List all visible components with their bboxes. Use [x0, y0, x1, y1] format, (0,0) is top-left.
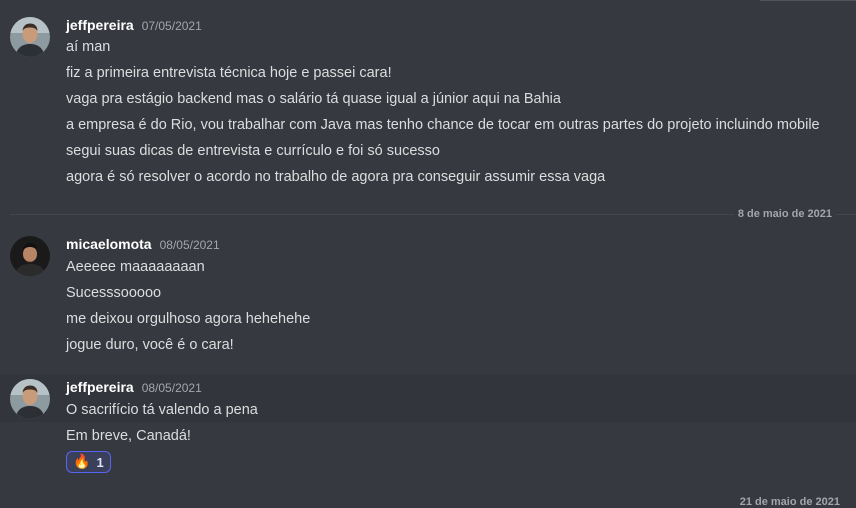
message-text: agora é só resolver o acordo no trabalho…	[66, 169, 606, 185]
chat-messages: jeffpereira 07/05/2021 aí man fiz a prim…	[0, 0, 856, 508]
message-text: vaga pra estágio backend mas o salário t…	[66, 91, 561, 107]
avatar-micaelomota[interactable]	[10, 236, 50, 276]
username[interactable]: jeffpereira	[66, 17, 134, 33]
message-text: segui suas dicas de entrevista e currícu…	[66, 143, 440, 159]
message-header: jeffpereira 07/05/2021	[66, 17, 202, 37]
date-divider-label: 21 de maio de 2021	[739, 496, 840, 508]
message-text: a empresa é do Rio, vou trabalhar com Ja…	[66, 117, 820, 133]
timestamp: 07/05/2021	[141, 19, 202, 33]
date-divider-label: 8 de maio de 2021	[733, 207, 836, 221]
fire-emoji-icon: 🔥	[73, 454, 91, 470]
username[interactable]: micaelomota	[66, 236, 152, 252]
message-header: micaelomota 08/05/2021	[66, 236, 220, 256]
avatar-jeffpereira[interactable]	[10, 379, 50, 419]
message-text: Em breve, Canadá!	[66, 428, 191, 444]
message-text: Sucesssooooo	[66, 285, 162, 301]
reaction-button[interactable]: 🔥 1	[66, 451, 111, 473]
message-text: me deixou orgulhoso agora hehehehe	[66, 311, 311, 327]
avatar-jeffpereira[interactable]	[10, 17, 50, 57]
date-divider	[10, 214, 856, 215]
timestamp: 08/05/2021	[141, 381, 202, 395]
message-text: fiz a primeira entrevista técnica hoje e…	[66, 65, 392, 81]
message-text: aí man	[66, 39, 111, 55]
message-text: O sacrifício tá valendo a pena	[66, 402, 258, 418]
timestamp: 08/05/2021	[159, 238, 220, 252]
message-text: Aeeeee maaaaaaaan	[66, 259, 205, 275]
reaction-count: 1	[96, 454, 104, 470]
message-header: jeffpereira 08/05/2021	[66, 379, 202, 399]
previous-message-divider	[760, 0, 856, 4]
message-text: jogue duro, você é o cara!	[66, 337, 234, 353]
username[interactable]: jeffpereira	[66, 379, 134, 395]
